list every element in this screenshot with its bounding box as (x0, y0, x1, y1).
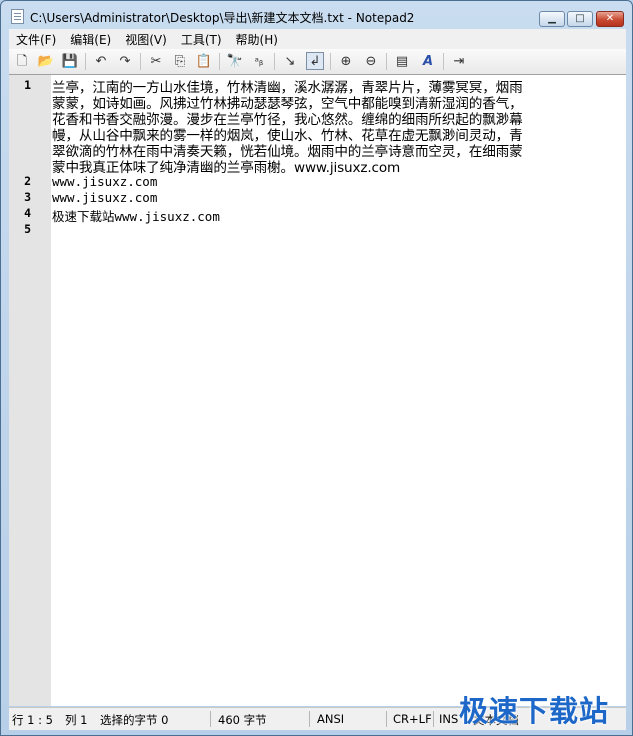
text-line[interactable]: 极速下载站www.jisuxz.com (52, 206, 220, 225)
redo-icon: ↷ (119, 53, 131, 69)
menu-help[interactable]: 帮助(H) (229, 31, 285, 48)
paste-icon: 📋 (195, 53, 213, 69)
zoom-out-button[interactable]: ⊖ (362, 52, 380, 70)
resize-grip-icon[interactable] (614, 718, 626, 730)
goto-icon: ↘ (284, 53, 296, 69)
status-eol[interactable]: CR+LF (393, 712, 432, 726)
menu-edit[interactable]: 编辑(E) (63, 31, 118, 48)
toolbar: 🗋 📂 💾 ↶ ↷ ✂ ⎘ 📋 🔭 ᵃᵦ ↘ ↲ ⊕ ⊖ ▤ A ⇥ (9, 49, 626, 75)
status-selected: 选择的字节 0 (100, 713, 169, 727)
line-number: 3 (24, 190, 31, 204)
font-icon: A (422, 53, 434, 69)
maximize-icon: □ (575, 13, 585, 24)
line-number: 2 (24, 174, 31, 188)
menu-bar: 文件(F) 编辑(E) 视图(V) 工具(T) 帮助(H) (9, 29, 626, 49)
copy-icon: ⎘ (174, 53, 186, 69)
find-button[interactable]: 🔭 (226, 52, 244, 70)
minimize-icon: ▁ (548, 13, 556, 24)
font-button[interactable]: A (419, 52, 437, 70)
zoom-in-button[interactable]: ⊕ (337, 52, 355, 70)
copy-button[interactable]: ⎘ (171, 52, 189, 70)
toolbar-separator (85, 53, 86, 70)
scheme-icon: ▤ (395, 53, 409, 69)
open-folder-icon: 📂 (37, 53, 55, 69)
text-line[interactable]: 蒙中我真正体味了纯净清幽的兰亭雨榭。www.jisuxz.com (52, 156, 400, 176)
goto-button[interactable]: ↘ (281, 52, 299, 70)
status-divider (433, 711, 434, 727)
redo-button[interactable]: ↷ (116, 52, 134, 70)
cut-icon: ✂ (150, 53, 162, 69)
text-editor[interactable]: 1 2 3 4 5 兰亭，江南的一方山水佳境，竹林清幽，溪水潺潺，青翠片片，薄雾… (9, 74, 626, 706)
new-file-icon: 🗋 (16, 53, 28, 69)
save-button[interactable]: 💾 (61, 52, 79, 70)
status-divider (386, 711, 387, 727)
zoom-out-icon: ⊖ (365, 53, 377, 69)
status-bytes: 460 字节 (218, 713, 267, 727)
undo-button[interactable]: ↶ (92, 52, 110, 70)
replace-icon: ᵃᵦ (254, 54, 264, 68)
scheme-button[interactable]: ▤ (393, 52, 411, 70)
notepad2-window: C:\Users\Administrator\Desktop\导出\新建文本文档… (0, 0, 633, 736)
word-wrap-icon: ↲ (309, 53, 321, 69)
close-button[interactable]: ✕ (596, 11, 624, 27)
exit-icon: ⇥ (453, 53, 465, 69)
title-bar[interactable]: C:\Users\Administrator\Desktop\导出\新建文本文档… (1, 1, 632, 31)
line-number: 1 (24, 78, 31, 92)
find-icon: 🔭 (226, 53, 244, 69)
undo-icon: ↶ (95, 53, 107, 69)
paste-button[interactable]: 📋 (195, 52, 213, 70)
save-icon: 💾 (61, 53, 79, 69)
status-mode: INS (439, 712, 459, 726)
replace-button[interactable]: ᵃᵦ (250, 52, 268, 70)
toolbar-separator (386, 53, 387, 70)
toolbar-separator (140, 53, 141, 70)
status-position: 行 1 : 5 (12, 713, 53, 727)
toolbar-separator (219, 53, 220, 70)
maximize-button[interactable]: □ (567, 11, 593, 27)
status-encoding[interactable]: ANSI (317, 712, 344, 726)
line-number-gutter: 1 2 3 4 5 (9, 75, 51, 706)
menu-file[interactable]: 文件(F) (9, 31, 63, 48)
minimize-button[interactable]: ▁ (539, 11, 565, 27)
notepad-app-icon (11, 9, 24, 24)
new-file-button[interactable]: 🗋 (13, 52, 31, 70)
close-icon: ✕ (605, 13, 615, 24)
text-line[interactable]: www.jisuxz.com (52, 174, 157, 189)
word-wrap-button[interactable]: ↲ (306, 52, 324, 70)
window-title: C:\Users\Administrator\Desktop\导出\新建文本文档… (30, 11, 415, 25)
cut-button[interactable]: ✂ (147, 52, 165, 70)
toolbar-separator (330, 53, 331, 70)
zoom-in-icon: ⊕ (340, 53, 352, 69)
status-divider (309, 711, 310, 727)
line-number: 5 (24, 222, 31, 236)
menu-tools[interactable]: 工具(T) (174, 31, 229, 48)
toolbar-separator (443, 53, 444, 70)
status-divider (210, 711, 211, 727)
watermark-logo: 极速下载站 (459, 694, 610, 728)
text-line[interactable]: www.jisuxz.com (52, 190, 157, 205)
open-file-button[interactable]: 📂 (37, 52, 55, 70)
menu-view[interactable]: 视图(V) (118, 31, 174, 48)
status-column: 列 1 (65, 713, 88, 727)
exit-button[interactable]: ⇥ (450, 52, 468, 70)
toolbar-separator (274, 53, 275, 70)
line-number: 4 (24, 206, 31, 220)
